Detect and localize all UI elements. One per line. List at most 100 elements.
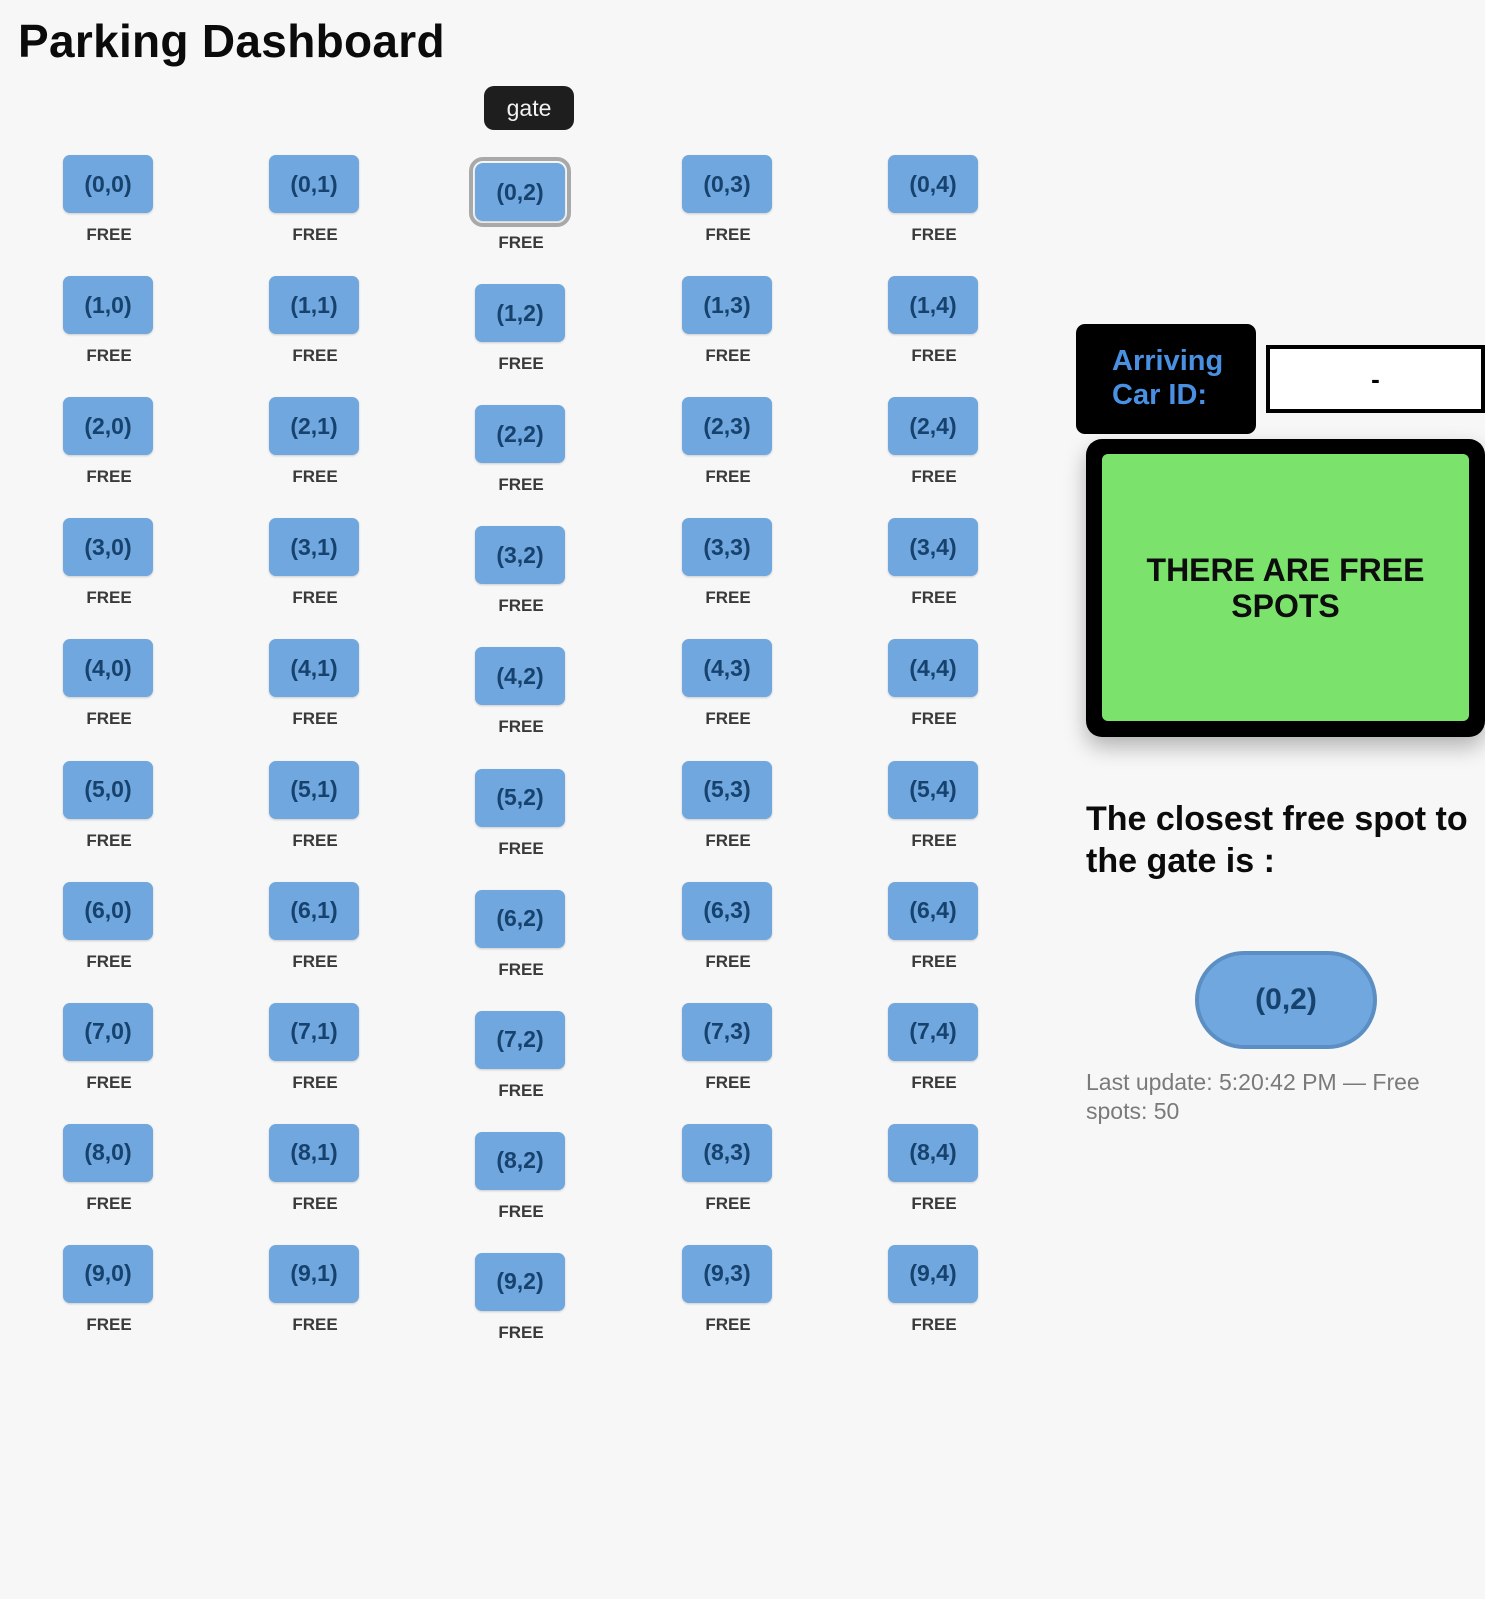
parking-spot-button[interactable]: (0,2) xyxy=(469,157,571,227)
parking-spot-button[interactable]: (5,0) xyxy=(63,760,153,819)
parking-spot-button[interactable]: (2,2) xyxy=(475,405,565,464)
parking-spot-button[interactable]: (6,2) xyxy=(475,889,565,948)
parking-spot-status: FREE xyxy=(911,225,957,244)
parking-spot-status: FREE xyxy=(705,588,751,608)
parking-spot-button[interactable]: (6,3) xyxy=(682,881,772,940)
parking-spot-button[interactable]: (2,3) xyxy=(682,397,772,456)
parking-spot-button[interactable]: (7,0) xyxy=(63,1002,153,1061)
parking-spot-button[interactable]: (0,0) xyxy=(63,155,153,213)
parking-spot-button[interactable]: (7,4) xyxy=(888,1002,978,1061)
parking-spot-button[interactable]: (9,3) xyxy=(682,1244,772,1303)
parking-spot-button[interactable]: (5,2) xyxy=(475,768,565,827)
parking-spot-status: FREE xyxy=(292,1314,338,1334)
parking-spot-button[interactable]: (9,4) xyxy=(888,1244,978,1303)
parking-spot-status: FREE xyxy=(705,1193,751,1213)
parking-spot-status: FREE xyxy=(705,1314,751,1334)
parking-spot-status: FREE xyxy=(911,467,957,487)
parking-spot-button[interactable]: (9,2) xyxy=(475,1252,565,1311)
parking-spot-button[interactable]: (6,1) xyxy=(269,881,359,940)
parking-spot: (0,3) FREE xyxy=(673,155,783,255)
parking-spot-status: FREE xyxy=(705,830,751,850)
parking-spot: (5,2) FREE xyxy=(466,768,576,869)
parking-spot: (5,0) FREE xyxy=(54,760,164,861)
parking-spot-button[interactable]: (0,3) xyxy=(682,155,772,213)
parking-spot-button[interactable]: (6,4) xyxy=(888,881,978,940)
parking-spot-button[interactable]: (7,3) xyxy=(682,1002,772,1061)
parking-spot-button[interactable]: (0,4) xyxy=(888,155,978,213)
parking-spot-button[interactable]: (7,2) xyxy=(475,1010,565,1069)
parking-spot-button[interactable]: (8,0) xyxy=(63,1123,153,1182)
parking-spot-status: FREE xyxy=(911,588,957,608)
parking-spot-button[interactable]: (2,1) xyxy=(269,397,359,456)
parking-spot-button[interactable]: (1,4) xyxy=(888,276,978,335)
parking-spot-status: FREE xyxy=(705,467,751,487)
parking-spot-status: FREE xyxy=(705,951,751,971)
parking-spot-button[interactable]: (2,4) xyxy=(888,397,978,456)
parking-spot-status: FREE xyxy=(911,830,957,850)
parking-spot-button[interactable]: (1,0) xyxy=(63,276,153,335)
parking-spot-button[interactable]: (1,2) xyxy=(475,284,565,343)
parking-spot-button[interactable]: (8,3) xyxy=(682,1123,772,1182)
parking-spot-button[interactable]: (4,3) xyxy=(682,639,772,698)
parking-spot-button[interactable]: (3,0) xyxy=(63,518,153,577)
parking-spot-button[interactable]: (3,1) xyxy=(269,518,359,577)
page-title: Parking Dashboard xyxy=(18,15,445,67)
parking-spot-button[interactable]: (8,4) xyxy=(888,1123,978,1182)
parking-spot-status: FREE xyxy=(498,1080,544,1100)
parking-spot-button[interactable]: (3,4) xyxy=(888,518,978,577)
parking-spot-button[interactable]: (3,2) xyxy=(475,526,565,585)
parking-spot-button[interactable]: (5,4) xyxy=(888,760,978,819)
parking-spot: (2,0) FREE xyxy=(54,397,164,497)
parking-spot-button[interactable]: (4,4) xyxy=(888,639,978,698)
parking-spot-button[interactable]: (4,1) xyxy=(269,639,359,698)
parking-spot-status: FREE xyxy=(292,346,338,366)
parking-spot: (9,3) FREE xyxy=(673,1244,783,1345)
parking-spot: (0,0) FREE xyxy=(54,155,164,255)
parking-spot: (1,4) FREE xyxy=(879,276,989,376)
parking-spot: (3,0) FREE xyxy=(54,518,164,618)
parking-spot-button[interactable]: (9,1) xyxy=(269,1244,359,1303)
parking-spot-button[interactable]: (7,1) xyxy=(269,1002,359,1061)
parking-spot-button[interactable]: (8,1) xyxy=(269,1123,359,1182)
parking-spot: (0,1) FREE xyxy=(260,155,370,255)
parking-spot: (8,4) FREE xyxy=(879,1123,989,1224)
parking-spot-status: FREE xyxy=(292,225,338,244)
parking-spot-status: FREE xyxy=(292,1072,338,1092)
parking-spot-button[interactable]: (4,2) xyxy=(475,647,565,706)
parking-spot-status: FREE xyxy=(498,475,544,495)
arriving-car-id-field[interactable] xyxy=(1266,345,1485,413)
parking-spot-button[interactable]: (5,1) xyxy=(269,760,359,819)
parking-spot: (9,4) FREE xyxy=(879,1244,989,1345)
parking-spot-button[interactable]: (1,1) xyxy=(269,276,359,335)
parking-spot-button[interactable]: (0,1) xyxy=(269,155,359,213)
parking-spot-button[interactable]: (1,3) xyxy=(682,276,772,335)
closest-spot-button[interactable]: (0,2) xyxy=(1195,951,1377,1049)
parking-spot: (7,0) FREE xyxy=(54,1002,164,1103)
last-update-text: Last update: 5:20:42 PM — Free spots: 50 xyxy=(1086,1069,1420,1124)
parking-spot-button[interactable]: (5,3) xyxy=(682,760,772,819)
availability-status-message: THERE ARE FREE SPOTS xyxy=(1102,454,1469,721)
parking-spot-button[interactable]: (9,0) xyxy=(63,1244,153,1303)
parking-spot: (8,3) FREE xyxy=(673,1123,783,1224)
parking-spot-status: FREE xyxy=(705,1072,751,1092)
parking-spot-status: FREE xyxy=(911,951,957,971)
parking-spot: (6,3) FREE xyxy=(673,881,783,982)
parking-spot: (3,2) FREE xyxy=(466,526,576,626)
parking-spot: (2,3) FREE xyxy=(673,397,783,497)
parking-spot-status: FREE xyxy=(498,838,544,858)
parking-spot-button[interactable]: (8,2) xyxy=(475,1131,565,1190)
parking-spot-button[interactable]: (6,0) xyxy=(63,881,153,940)
parking-spot: (6,0) FREE xyxy=(54,881,164,982)
parking-spot-button[interactable]: (2,0) xyxy=(63,397,153,456)
parking-spot: (3,3) FREE xyxy=(673,518,783,618)
parking-spot-status: FREE xyxy=(292,709,338,729)
parking-spot-status: FREE xyxy=(86,1193,132,1213)
gate-marker: gate xyxy=(484,86,574,130)
parking-spot: (5,1) FREE xyxy=(260,760,370,861)
parking-spot-status: FREE xyxy=(292,951,338,971)
parking-spot-status: FREE xyxy=(86,1072,132,1092)
parking-spot-status: FREE xyxy=(86,346,132,366)
parking-spot-button[interactable]: (4,0) xyxy=(63,639,153,698)
parking-spot-button[interactable]: (3,3) xyxy=(682,518,772,577)
parking-spot: (7,2) FREE xyxy=(466,1010,576,1111)
